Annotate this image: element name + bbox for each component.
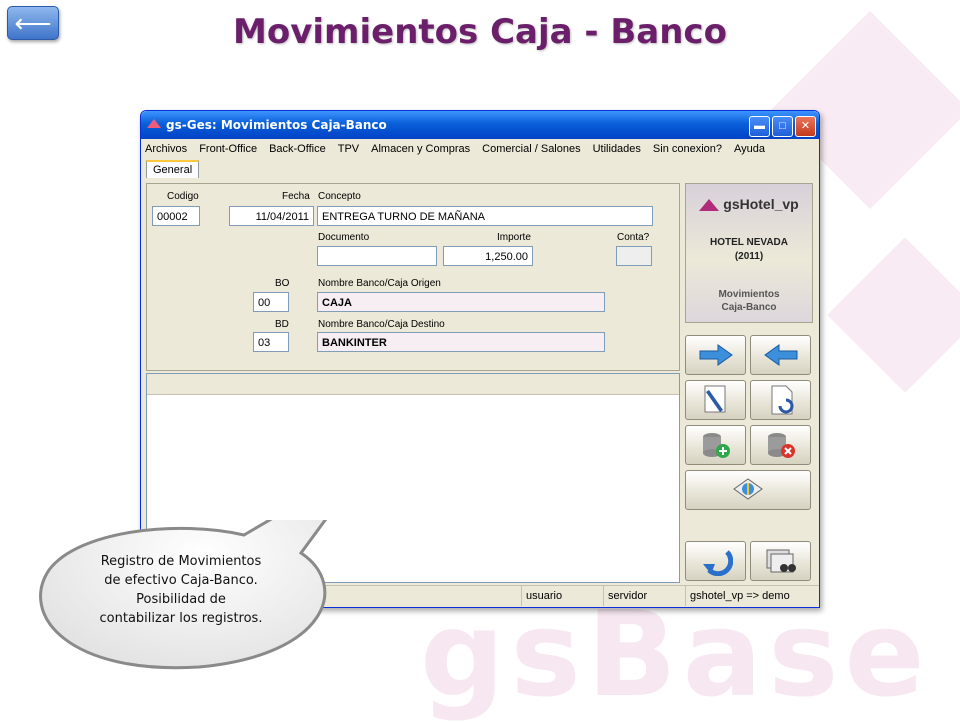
menu-ayuda[interactable]: Ayuda	[734, 143, 765, 155]
fecha-label: Fecha	[282, 191, 310, 202]
menu-sin-conexion[interactable]: Sin conexion?	[653, 143, 722, 155]
destino-label: Nombre Banco/Caja Destino	[318, 319, 445, 330]
form-panel: Codigo Fecha Concepto 00002 11/04/2011 E…	[146, 183, 680, 371]
brand-logo-icon	[699, 199, 720, 212]
menu-back-office[interactable]: Back-Office	[269, 143, 326, 155]
origen-field[interactable]: CAJA	[317, 292, 605, 312]
conta-checkbox[interactable]	[616, 246, 652, 266]
add-record-icon	[702, 433, 730, 458]
refresh-document-icon	[771, 385, 793, 415]
conta-label: Conta?	[617, 232, 650, 243]
codigo-label: Codigo	[167, 191, 199, 202]
menu-tpv[interactable]: TPV	[338, 143, 359, 155]
tab-strip: General	[141, 159, 819, 179]
minimize-icon: ▬	[754, 120, 765, 132]
grid-header	[147, 374, 679, 395]
hotel-year: (2011)	[734, 251, 764, 262]
concepto-field[interactable]: ENTREGA TURNO DE MAÑANA	[317, 206, 653, 226]
brand-name-text: gsHotel_vp	[723, 196, 799, 212]
delete-record-icon	[767, 433, 795, 458]
search-records-button[interactable]	[750, 541, 811, 581]
bo-label: BO	[275, 278, 290, 289]
codigo-field[interactable]: 00002	[152, 206, 200, 226]
app-logo-icon	[147, 119, 161, 128]
importe-field[interactable]: 1,250.00	[443, 246, 533, 266]
status-servidor: servidor	[603, 586, 686, 606]
fecha-field[interactable]: 11/04/2011	[229, 206, 314, 226]
tab-general[interactable]: General	[146, 160, 200, 178]
exit-icon	[702, 550, 733, 576]
window-titlebar[interactable]: gs-Ges: Movimientos Caja-Banco ▬ □ ✕	[141, 111, 819, 139]
add-record-button[interactable]	[685, 425, 746, 465]
maximize-icon: □	[779, 120, 786, 132]
module-line-1: Movimientos	[718, 289, 780, 300]
module-name: Movimientos Caja-Banco	[686, 288, 812, 314]
hotel-name: HOTEL NEVADA	[710, 237, 788, 248]
accounting-button[interactable]	[685, 470, 811, 510]
callout-text: Registro de Movimientos de efectivo Caja…	[68, 552, 294, 628]
menu-archivos[interactable]: Archivos	[145, 143, 187, 155]
callout-line-4: contabilizar los registros.	[99, 611, 263, 626]
callout-line-2: de efectivo Caja-Banco.	[104, 573, 258, 588]
refresh-button[interactable]	[750, 380, 811, 420]
delete-record-button[interactable]	[750, 425, 811, 465]
exit-button[interactable]	[685, 541, 746, 581]
module-line-2: Caja-Banco	[721, 302, 777, 313]
menu-front-office[interactable]: Front-Office	[199, 143, 257, 155]
minimize-button[interactable]: ▬	[749, 116, 770, 137]
destino-field[interactable]: BANKINTER	[317, 332, 605, 352]
accounting-icon	[733, 478, 763, 500]
next-button[interactable]	[685, 335, 746, 375]
bd-label: BD	[275, 319, 289, 330]
brand-name: gsHotel_vp	[686, 196, 812, 212]
importe-label: Importe	[497, 232, 531, 243]
concepto-label: Concepto	[318, 191, 361, 202]
bd-field[interactable]: 03	[253, 332, 289, 352]
menu-bar: Archivos Front-Office Back-Office TPV Al…	[141, 139, 819, 159]
menu-almacen[interactable]: Almacen y Compras	[371, 143, 470, 155]
hotel-info: HOTEL NEVADA (2011)	[686, 236, 812, 264]
documento-field[interactable]	[317, 246, 437, 266]
maximize-button[interactable]: □	[772, 116, 793, 137]
brand-panel: gsHotel_vp HOTEL NEVADA (2011) Movimient…	[685, 183, 813, 323]
documento-label: Documento	[318, 232, 370, 243]
previous-button[interactable]	[750, 335, 811, 375]
edit-document-icon	[704, 385, 725, 413]
slide-title: Movimientos Caja - Banco	[233, 12, 727, 52]
watermark-shape	[827, 237, 960, 393]
close-button[interactable]: ✕	[795, 116, 816, 137]
window-title: gs-Ges: Movimientos Caja-Banco	[166, 118, 387, 132]
origen-label: Nombre Banco/Caja Origen	[318, 278, 441, 289]
next-arrow-icon	[699, 344, 733, 366]
status-connection: gshotel_vp => demo	[685, 586, 818, 606]
bo-field[interactable]: 00	[253, 292, 289, 312]
close-icon: ✕	[800, 120, 811, 132]
menu-comercial[interactable]: Comercial / Salones	[482, 143, 580, 155]
previous-arrow-icon	[763, 344, 797, 366]
edit-button[interactable]	[685, 380, 746, 420]
menu-utilidades[interactable]: Utilidades	[593, 143, 641, 155]
callout-line-3: Posibilidad de	[136, 592, 226, 607]
status-usuario: usuario	[521, 586, 604, 606]
callout-line-1: Registro de Movimientos	[100, 554, 262, 569]
search-records-icon	[766, 549, 796, 573]
